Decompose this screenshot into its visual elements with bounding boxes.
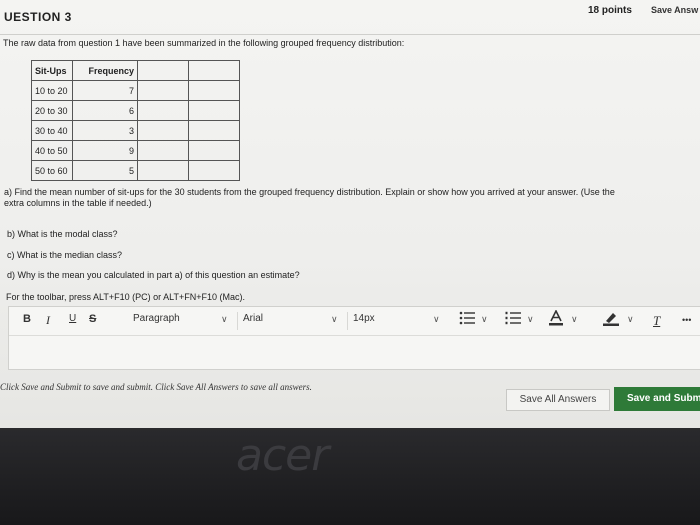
frequency-cell: 7 xyxy=(72,80,138,101)
font-size-select[interactable]: 14px xyxy=(353,313,375,324)
save-answer-button[interactable]: Save Answ xyxy=(651,5,698,15)
frequency-table: Sit-Ups Frequency 10 to 20 7 20 to 30 6 … xyxy=(31,60,240,181)
italic-button[interactable]: I xyxy=(46,313,50,328)
frequency-cell: 9 xyxy=(72,140,138,161)
editor-toolbar: B I U S Paragraph ∨ Arial ∨ 14px ∨ ∨ ∨ ∨… xyxy=(9,307,700,336)
save-all-answers-button[interactable]: Save All Answers xyxy=(506,389,610,411)
font-select[interactable]: Arial xyxy=(243,313,263,324)
points-label: 18 points xyxy=(588,5,632,16)
chevron-down-icon[interactable]: ∨ xyxy=(571,314,578,325)
question-header: UESTION 3 18 points Save Answ xyxy=(0,0,700,35)
table-header-frequency: Frequency xyxy=(72,60,138,81)
question-part-a: a) Find the mean number of sit-ups for t… xyxy=(4,187,615,209)
browser-screen: UESTION 3 18 points Save Answ The raw da… xyxy=(0,0,700,428)
part-a-line: a) Find the mean number of sit-ups for t… xyxy=(4,187,615,197)
chevron-down-icon[interactable]: ∨ xyxy=(221,314,228,325)
monitor-brand-logo: acer xyxy=(236,430,329,481)
highlight-pen-icon[interactable] xyxy=(603,310,619,329)
question-part-c: c) What is the median class? xyxy=(7,250,123,260)
frequency-cell: 6 xyxy=(72,100,138,121)
chevron-down-icon[interactable]: ∨ xyxy=(481,314,488,325)
bold-button[interactable]: B xyxy=(23,313,31,325)
table-row: 10 to 20 7 xyxy=(31,80,240,101)
table-extra-cell[interactable] xyxy=(188,120,240,141)
table-extra-cell[interactable] xyxy=(188,100,240,121)
text-color-icon[interactable] xyxy=(549,309,563,329)
table-row: 30 to 40 3 xyxy=(31,120,240,141)
part-a-line: extra columns in the table if needed.) xyxy=(4,198,152,208)
toolbar-divider xyxy=(237,312,238,330)
bullet-list-icon[interactable] xyxy=(459,311,475,328)
table-extra-cell[interactable] xyxy=(137,120,189,141)
strikethrough-button[interactable]: S xyxy=(89,313,96,325)
chevron-down-icon[interactable]: ∨ xyxy=(527,314,534,325)
chevron-down-icon[interactable]: ∨ xyxy=(433,314,440,325)
save-and-submit-button[interactable]: Save and Submi xyxy=(614,387,700,411)
chevron-down-icon[interactable]: ∨ xyxy=(331,314,338,325)
frequency-cell: 3 xyxy=(72,120,138,141)
more-options-icon[interactable]: ••• xyxy=(682,315,691,325)
question-part-b: b) What is the modal class? xyxy=(7,229,118,239)
class-cell: 40 to 50 xyxy=(31,140,73,161)
table-extra-cell[interactable] xyxy=(188,80,240,101)
question-title: UESTION 3 xyxy=(4,10,72,24)
table-row: 40 to 50 9 xyxy=(31,140,240,161)
class-cell: 20 to 30 xyxy=(31,100,73,121)
question-intro: The raw data from question 1 have been s… xyxy=(3,38,405,48)
chevron-down-icon[interactable]: ∨ xyxy=(627,314,634,325)
numbered-list-icon[interactable] xyxy=(505,311,521,328)
table-extra-cell[interactable] xyxy=(137,140,189,161)
class-cell: 30 to 40 xyxy=(31,120,73,141)
toolbar-hint: For the toolbar, press ALT+F10 (PC) or A… xyxy=(6,292,246,302)
table-header-situps: Sit-Ups xyxy=(31,60,73,81)
table-extra-cell[interactable] xyxy=(188,160,240,181)
table-extra-cell[interactable] xyxy=(137,100,189,121)
table-extra-cell[interactable] xyxy=(137,60,189,81)
answer-editor[interactable]: B I U S Paragraph ∨ Arial ∨ 14px ∨ ∨ ∨ ∨… xyxy=(8,306,700,370)
monitor-bezel xyxy=(0,428,700,525)
table-extra-cell[interactable] xyxy=(188,60,240,81)
frequency-cell: 5 xyxy=(72,160,138,181)
class-cell: 50 to 60 xyxy=(31,160,73,181)
clear-format-icon[interactable]: T xyxy=(653,313,660,329)
table-header-row: Sit-Ups Frequency xyxy=(31,60,240,81)
table-row: 20 to 30 6 xyxy=(31,100,240,121)
class-cell: 10 to 20 xyxy=(31,80,73,101)
underline-button[interactable]: U xyxy=(69,313,76,324)
toolbar-divider xyxy=(347,312,348,330)
table-extra-cell[interactable] xyxy=(137,160,189,181)
paragraph-select[interactable]: Paragraph xyxy=(133,313,180,324)
table-extra-cell[interactable] xyxy=(188,140,240,161)
table-row: 50 to 60 5 xyxy=(31,160,240,181)
question-part-d: d) Why is the mean you calculated in par… xyxy=(7,270,300,280)
table-extra-cell[interactable] xyxy=(137,80,189,101)
submit-instructions: Click Save and Submit to save and submit… xyxy=(0,382,312,392)
